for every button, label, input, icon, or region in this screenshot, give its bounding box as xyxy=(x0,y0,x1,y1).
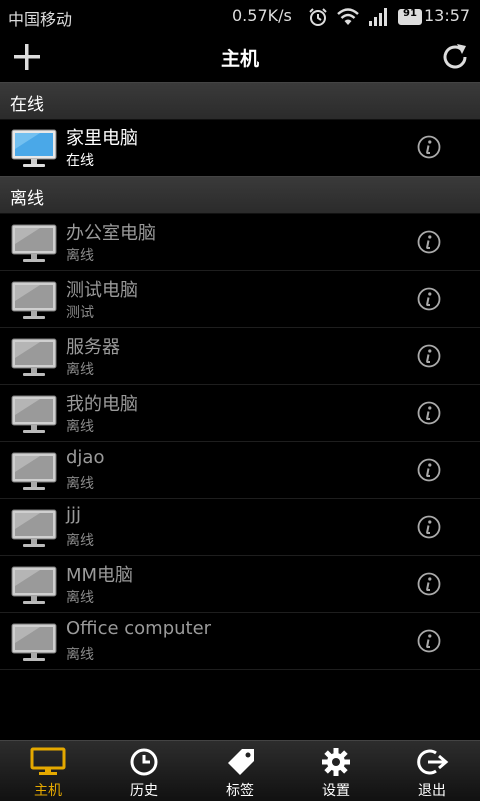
host-row[interactable]: 测试电脑 测试 xyxy=(0,271,480,328)
host-status: 离线 xyxy=(66,590,94,606)
refresh-button[interactable] xyxy=(438,40,472,74)
online-section-header: 在线 xyxy=(0,82,480,120)
host-name: 办公室电脑 xyxy=(66,223,156,244)
monitor-icon xyxy=(11,338,57,376)
host-name: 家里电脑 xyxy=(66,128,138,149)
gear-icon xyxy=(322,748,350,776)
host-status: 测试 xyxy=(66,305,94,321)
tab-label: 主机 xyxy=(34,783,62,799)
info-icon[interactable] xyxy=(417,515,441,539)
monitor-icon xyxy=(11,509,57,547)
host-status: 离线 xyxy=(66,647,94,663)
host-row[interactable]: 服务器 离线 xyxy=(0,328,480,385)
tab-label: 设置 xyxy=(322,783,350,799)
monitor-icon xyxy=(11,224,57,262)
monitor-icon xyxy=(11,395,57,433)
host-status: 离线 xyxy=(66,476,94,492)
host-row[interactable]: 家里电脑 在线 xyxy=(0,119,480,177)
exit-icon xyxy=(417,749,449,775)
monitor-icon xyxy=(11,623,57,661)
info-icon[interactable] xyxy=(417,344,441,368)
info-icon[interactable] xyxy=(417,401,441,425)
info-icon[interactable] xyxy=(417,135,441,159)
host-name: 服务器 xyxy=(66,337,120,358)
host-name: 我的电脑 xyxy=(66,394,138,415)
host-row[interactable]: jjj 离线 xyxy=(0,499,480,556)
clock-time: 13:57 xyxy=(424,6,471,25)
tab-settings[interactable]: 设置 xyxy=(288,741,384,801)
info-icon[interactable] xyxy=(417,458,441,482)
tab-tags[interactable]: 标签 xyxy=(192,741,288,801)
host-name: djao xyxy=(66,447,105,468)
network-speed: 0.57K/s xyxy=(232,6,292,25)
offline-section-title: 离线 xyxy=(10,189,44,209)
host-row[interactable]: 我的电脑 离线 xyxy=(0,385,480,442)
host-status: 离线 xyxy=(66,419,94,435)
host-row[interactable]: 办公室电脑 离线 xyxy=(0,214,480,271)
tab-history[interactable]: 历史 xyxy=(96,741,192,801)
status-bar: 中国移动 0.57K/s 91 13:57 xyxy=(0,0,480,34)
info-icon[interactable] xyxy=(417,629,441,653)
monitor-icon xyxy=(11,281,57,319)
host-row[interactable]: djao 离线 xyxy=(0,442,480,499)
bottom-tab-bar: 主机 历史 标签 设置 退出 xyxy=(0,740,480,801)
host-status: 离线 xyxy=(66,533,94,549)
signal-icon xyxy=(369,8,387,26)
refresh-icon xyxy=(443,44,467,69)
battery-icon: 91 xyxy=(398,8,422,25)
host-row[interactable]: Office computer 离线 xyxy=(0,613,480,670)
monitor-icon xyxy=(30,747,66,775)
host-name: MM电脑 xyxy=(66,565,134,586)
monitor-icon xyxy=(11,566,57,604)
tab-hosts[interactable]: 主机 xyxy=(0,741,96,801)
tab-label: 历史 xyxy=(130,783,158,799)
battery-level: 91 xyxy=(403,8,417,19)
host-status: 离线 xyxy=(66,362,94,378)
tab-exit[interactable]: 退出 xyxy=(384,741,480,801)
monitor-icon xyxy=(11,452,57,490)
tab-label: 标签 xyxy=(226,783,254,799)
host-name: Office computer xyxy=(66,618,212,639)
wifi-icon xyxy=(337,8,359,25)
host-row[interactable]: MM电脑离线 xyxy=(0,556,480,613)
tag-icon xyxy=(228,749,254,775)
host-status: 在线 xyxy=(66,153,94,169)
page-title: 主机 xyxy=(220,48,259,70)
online-section-title: 在线 xyxy=(10,95,44,115)
alarm-icon xyxy=(309,8,327,26)
tab-label: 退出 xyxy=(418,783,446,799)
info-icon[interactable] xyxy=(417,230,441,254)
host-name: jjj xyxy=(66,504,82,525)
offline-section-header: 离线 xyxy=(0,176,480,214)
info-icon[interactable] xyxy=(417,287,441,311)
status-icons: 91 xyxy=(308,6,422,28)
host-name: 测试电脑 xyxy=(66,280,138,301)
info-icon[interactable] xyxy=(417,572,441,596)
carrier-label: 中国移动 xyxy=(8,10,73,29)
monitor-icon xyxy=(11,129,57,167)
clock-icon xyxy=(130,748,158,776)
header-bar: 主机 xyxy=(0,34,480,82)
host-status: 离线 xyxy=(66,248,94,264)
